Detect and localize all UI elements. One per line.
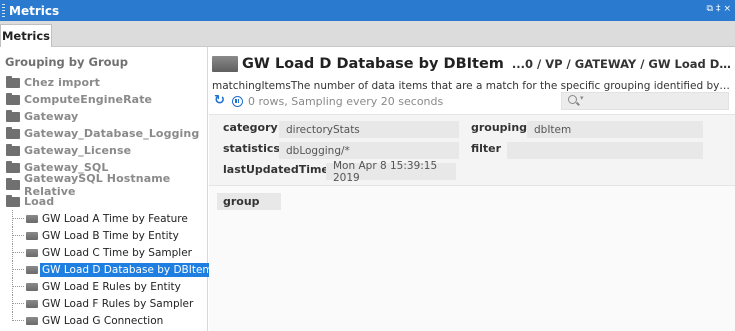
tree-branch-line	[12, 295, 24, 312]
statistics-label: statistics	[223, 142, 280, 155]
tab-strip: Metrics	[0, 21, 735, 47]
pause-icon[interactable]	[232, 95, 243, 107]
drag-grip-icon[interactable]	[2, 4, 5, 17]
sidebar-title: Grouping by Group	[5, 55, 128, 69]
sampler-item-label: GW Load A Time by Feature	[42, 212, 188, 225]
folder-icon	[6, 143, 20, 156]
tree-branch-line	[12, 261, 24, 278]
tree-branch-line	[12, 244, 24, 261]
group-item-gateway-license[interactable]: Gateway_License	[0, 142, 208, 159]
folder-icon	[6, 177, 20, 190]
folder-icon	[6, 126, 20, 139]
sampler-item-load-d[interactable]: GW Load D Database by DBItem	[0, 261, 215, 278]
grouping-label: grouping	[471, 121, 528, 134]
sampler-item-load-e[interactable]: GW Load E Rules by Entity	[0, 278, 208, 295]
sampler-item-load-g[interactable]: GW Load G Connection	[0, 312, 208, 329]
sampling-status: ↻ 0 rows, Sampling every 20 seconds	[214, 93, 443, 109]
sampler-info-panel: category directoryStats grouping dbItem …	[209, 114, 735, 186]
tree-branch-line	[12, 210, 24, 227]
group-tree: Chez import ComputeEngineRate Gateway Ga…	[0, 74, 215, 329]
folder-icon	[6, 75, 20, 88]
category-label: category	[223, 121, 278, 134]
window-title: Metrics	[9, 3, 60, 18]
folder-icon	[6, 92, 20, 105]
group-item-label: Gateway	[24, 110, 79, 123]
database-icon	[212, 56, 238, 72]
sampler-path: ...0 / VP / GATEWAY / GW Load D Database…	[511, 57, 732, 71]
window-buttons: ⧉ ‡ ×	[707, 4, 731, 14]
group-item-gateway[interactable]: Gateway	[0, 108, 208, 125]
folder-icon	[6, 109, 20, 122]
search-icon	[568, 95, 577, 104]
metrics-main-panel: GW Load D Database by DBItem ...0 / VP /…	[209, 47, 735, 331]
tab-metrics[interactable]: Metrics	[0, 24, 52, 47]
group-item-label: Gateway_Database_Logging	[24, 127, 200, 140]
sampler-header: GW Load D Database by DBItem ...0 / VP /…	[212, 54, 732, 74]
last-updated-label: lastUpdatedTime	[223, 163, 329, 176]
sampler-item-load-f[interactable]: GW Load F Rules by Sampler	[0, 295, 208, 312]
sampler-title: GW Load D Database by DBItem	[242, 56, 504, 72]
group-item-label: GatewaySQL Hostname Relative	[24, 171, 171, 198]
sampler-item-label: GW Load E Rules by Entity	[42, 280, 181, 293]
database-icon	[26, 282, 38, 291]
group-item-gatewaysql-hostname-relative[interactable]: GatewaySQL Hostname Relative	[0, 172, 208, 198]
sampler-item-label: GW Load C Time by Sampler	[42, 246, 192, 259]
database-icon	[26, 231, 38, 240]
metrics-table: group	[209, 186, 735, 331]
category-value: directoryStats	[279, 121, 459, 138]
sampler-item-label: GW Load D Database by DBItem	[40, 262, 215, 277]
column-header-group[interactable]: group	[217, 193, 281, 210]
database-icon	[26, 265, 38, 274]
sampler-item-label: GW Load G Connection	[42, 314, 164, 327]
statistics-value: dbLogging/*	[279, 142, 459, 159]
folder-icon	[6, 160, 20, 173]
database-icon	[26, 299, 38, 308]
filter-label: filter	[471, 142, 502, 155]
grouping-sidebar: Grouping by Group Chez import ComputeEng…	[0, 47, 215, 331]
last-updated-value: Mon Apr 8 15:39:15 2019	[326, 160, 456, 184]
filter-value	[507, 142, 703, 159]
database-icon	[26, 214, 38, 223]
sampler-item-load-a[interactable]: GW Load A Time by Feature	[0, 210, 208, 227]
group-item-chez-import[interactable]: Chez import	[0, 74, 208, 91]
folder-open-icon	[6, 194, 20, 207]
restore-icon[interactable]: ⧉	[707, 4, 713, 14]
database-icon	[26, 248, 38, 257]
database-icon	[26, 316, 38, 325]
window-titlebar[interactable]: Metrics ⧉ ‡ ×	[0, 0, 735, 21]
metrics-window: Metrics ⧉ ‡ × Metrics Grouping by Group …	[0, 0, 735, 331]
tree-branch-line	[12, 312, 24, 321]
tree-branch-line	[12, 278, 24, 295]
group-item-label: ComputeEngineRate	[24, 93, 153, 106]
pin-icon[interactable]: ‡	[716, 4, 721, 14]
group-item-computeenginerate[interactable]: ComputeEngineRate	[0, 91, 208, 108]
grouping-value: dbItem	[527, 121, 703, 138]
sampler-item-label: GW Load F Rules by Sampler	[42, 297, 194, 310]
sampler-item-load-b[interactable]: GW Load B Time by Entity	[0, 227, 208, 244]
search-input[interactable]: ▾	[561, 92, 729, 110]
close-icon[interactable]: ×	[723, 4, 731, 14]
chevron-down-icon[interactable]: ▾	[580, 94, 584, 102]
refresh-icon[interactable]: ↻	[214, 94, 226, 107]
status-text: 0 rows, Sampling every 20 seconds	[248, 94, 444, 108]
group-item-gateway-database-logging[interactable]: Gateway_Database_Logging	[0, 125, 208, 142]
tree-branch-line	[12, 227, 24, 244]
group-item-label: Chez import	[24, 76, 101, 89]
group-item-label: Load	[24, 195, 55, 208]
sampler-description: matchingItemsThe number of data items th…	[212, 80, 732, 92]
sampler-item-load-c[interactable]: GW Load C Time by Sampler	[0, 244, 208, 261]
sampler-item-label: GW Load B Time by Entity	[42, 229, 179, 242]
group-item-label: Gateway_License	[24, 144, 132, 157]
